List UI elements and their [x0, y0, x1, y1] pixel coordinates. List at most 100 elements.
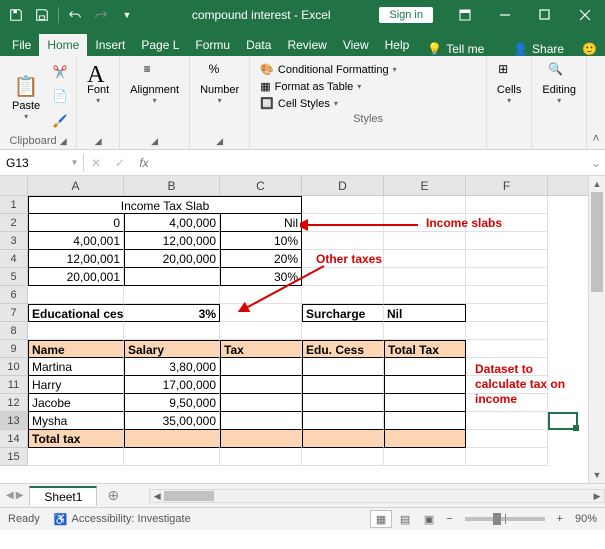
row-head-9[interactable]: 9	[0, 340, 28, 358]
tab-home[interactable]: Home	[39, 34, 87, 56]
cell-styles-button[interactable]: 🔲 Cell Styles ▾	[256, 96, 480, 111]
number-dropdown[interactable]: % Number ▾	[196, 60, 243, 133]
row-head-14[interactable]: 14	[0, 430, 28, 448]
format-painter-icon[interactable]: 🖌️	[50, 111, 70, 131]
autosave-dropdown[interactable]	[4, 3, 28, 27]
col-head-c[interactable]: C	[220, 176, 302, 195]
cell[interactable]: 12,00,001	[28, 250, 124, 268]
row-head-15[interactable]: 15	[0, 448, 28, 466]
cell[interactable]	[384, 430, 466, 448]
cell[interactable]	[466, 196, 548, 214]
cell[interactable]	[302, 412, 384, 430]
cell[interactable]	[384, 394, 466, 412]
tab-file[interactable]: File	[4, 34, 39, 56]
cell[interactable]	[466, 304, 548, 322]
cell[interactable]: Tax	[220, 340, 302, 358]
collapse-ribbon-icon[interactable]: ˄	[587, 56, 605, 149]
row-head-7[interactable]: 7	[0, 304, 28, 322]
cell[interactable]	[302, 232, 384, 250]
paste-button[interactable]: 📋 Paste ▾	[6, 60, 46, 133]
tell-me-search[interactable]: 💡 Tell me	[417, 42, 494, 56]
scroll-up-icon[interactable]: ▲	[589, 176, 605, 192]
scroll-right-icon[interactable]: ▶	[590, 490, 604, 502]
cell[interactable]: 20%	[220, 250, 302, 268]
tab-view[interactable]: View	[335, 34, 377, 56]
close-icon[interactable]	[565, 0, 605, 30]
cell[interactable]	[302, 448, 384, 466]
cell[interactable]	[220, 304, 302, 322]
cell[interactable]	[124, 268, 220, 286]
cell[interactable]	[220, 430, 302, 448]
cell[interactable]	[384, 322, 466, 340]
cell[interactable]	[384, 214, 466, 232]
expand-formula-bar-icon[interactable]: ⌄	[587, 156, 605, 170]
cell[interactable]	[302, 214, 384, 232]
cell[interactable]: Total Tax	[384, 340, 466, 358]
sheet-nav-next-icon[interactable]: ▶	[16, 490, 24, 501]
name-box-input[interactable]	[0, 154, 66, 172]
format-as-table-button[interactable]: ▦ Format as Table ▾	[256, 79, 480, 94]
cut-icon[interactable]: ✂️	[50, 62, 70, 82]
cell[interactable]: Surcharge	[302, 304, 384, 322]
cell[interactable]: 30%	[220, 268, 302, 286]
maximize-icon[interactable]	[525, 0, 565, 30]
minimize-icon[interactable]	[485, 0, 525, 30]
cell[interactable]	[384, 448, 466, 466]
alignment-dropdown[interactable]: ≡ Alignment ▾	[126, 60, 183, 133]
cell[interactable]	[384, 358, 466, 376]
cell[interactable]: Total tax	[28, 430, 124, 448]
view-page-break-icon[interactable]: ▣	[418, 510, 440, 528]
row-head-13[interactable]: 13	[0, 412, 28, 430]
tab-help[interactable]: Help	[377, 34, 418, 56]
cell[interactable]: 35,00,000	[124, 412, 220, 430]
row-head-12[interactable]: 12	[0, 394, 28, 412]
cell[interactable]: 3,80,000	[124, 358, 220, 376]
zoom-out-button[interactable]: −	[442, 513, 456, 525]
cells-dropdown[interactable]: ⊞ Cells ▾	[493, 60, 525, 145]
accessibility-checker[interactable]: ♿ Accessibility: Investigate	[54, 513, 191, 526]
cell[interactable]	[466, 340, 548, 358]
row-head-6[interactable]: 6	[0, 286, 28, 304]
vertical-scrollbar[interactable]: ▲ ▼	[588, 176, 605, 483]
add-sheet-icon[interactable]: ⊕	[97, 487, 129, 504]
zoom-level[interactable]: 90%	[575, 513, 597, 525]
cell[interactable]: 20,00,000	[124, 250, 220, 268]
undo-icon[interactable]	[63, 3, 87, 27]
cell[interactable]	[28, 322, 124, 340]
font-dropdown[interactable]: A Font ▾	[83, 60, 113, 133]
cell[interactable]: 3%	[124, 304, 220, 322]
share-button[interactable]: 👤 Share	[505, 42, 572, 56]
horizontal-scrollbar[interactable]: ◀ ▶	[149, 489, 605, 503]
cell[interactable]	[466, 394, 548, 412]
tab-review[interactable]: Review	[279, 34, 334, 56]
editing-dropdown[interactable]: 🔍 Editing ▾	[538, 60, 580, 145]
cancel-formula-icon[interactable]: ✕	[84, 156, 108, 170]
cell[interactable]	[466, 358, 548, 376]
cell[interactable]	[220, 358, 302, 376]
cell[interactable]	[302, 394, 384, 412]
cell[interactable]: Nil	[384, 304, 466, 322]
redo-icon[interactable]	[89, 3, 113, 27]
row-head-11[interactable]: 11	[0, 376, 28, 394]
cell[interactable]	[384, 196, 466, 214]
col-head-f[interactable]: F	[466, 176, 548, 195]
cell[interactable]	[302, 250, 384, 268]
name-box[interactable]: ▼	[0, 154, 84, 172]
cell[interactable]: Name	[28, 340, 124, 358]
cell[interactable]	[384, 286, 466, 304]
cell[interactable]: Educational cess	[28, 304, 124, 322]
zoom-slider-thumb[interactable]	[493, 513, 501, 525]
sheet-nav-prev-icon[interactable]: ◀	[6, 490, 14, 501]
cell[interactable]	[466, 376, 548, 394]
cell[interactable]	[384, 250, 466, 268]
cell[interactable]: Harry	[28, 376, 124, 394]
cell[interactable]: 9,50,000	[124, 394, 220, 412]
enter-formula-icon[interactable]: ✓	[108, 156, 132, 170]
cell[interactable]	[466, 214, 548, 232]
cell[interactable]	[220, 448, 302, 466]
cell[interactable]	[220, 376, 302, 394]
cell[interactable]	[384, 268, 466, 286]
cell[interactable]	[302, 322, 384, 340]
cell[interactable]: 4,00,000	[124, 214, 220, 232]
scroll-thumb[interactable]	[164, 491, 214, 501]
